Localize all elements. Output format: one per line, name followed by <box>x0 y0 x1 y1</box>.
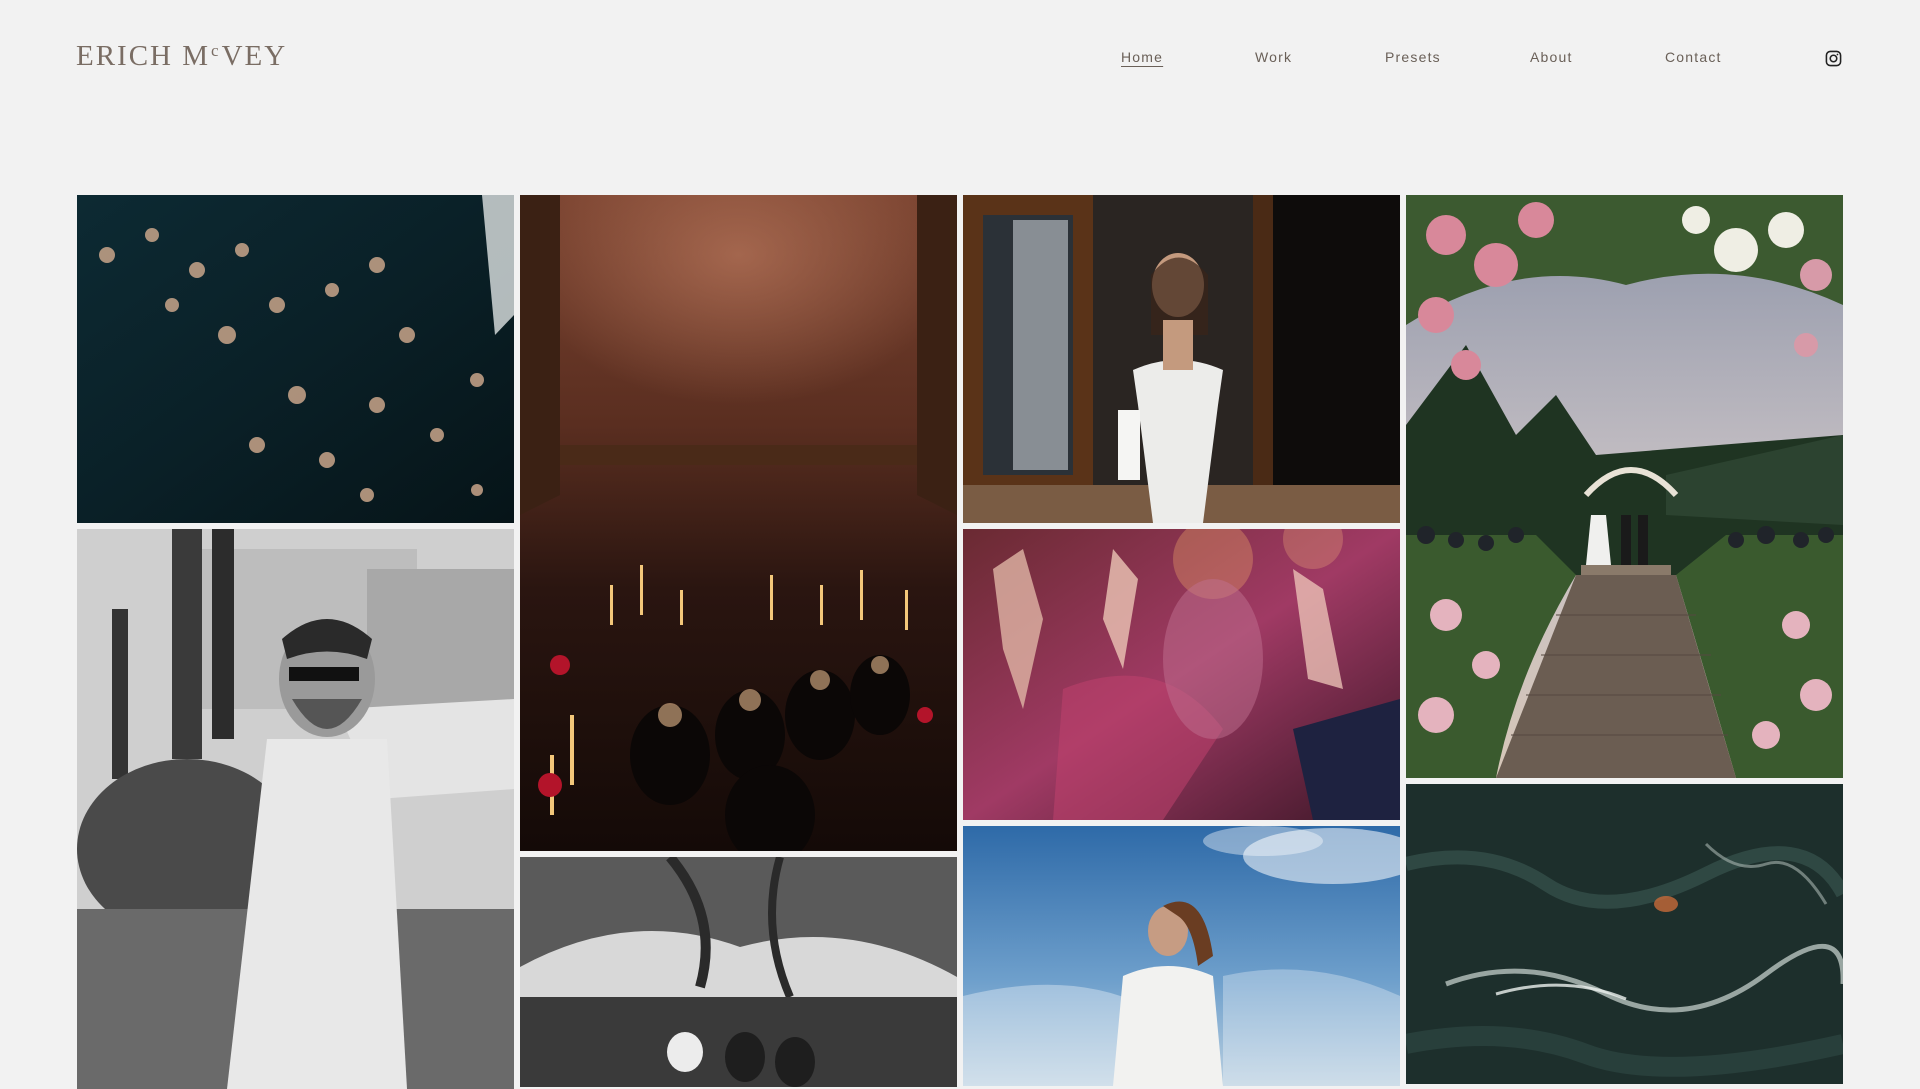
photo-banquet-hall[interactable] <box>520 195 957 851</box>
photo-bride-doorway[interactable] <box>963 195 1400 523</box>
photo-man-bw[interactable] <box>77 529 514 1089</box>
photo-aerial-sea[interactable] <box>1406 784 1843 1084</box>
photo-dance-party[interactable] <box>963 529 1400 820</box>
photo-woman-sky[interactable] <box>963 826 1400 1086</box>
photo-floral-ceremony[interactable] <box>1406 195 1843 778</box>
photo-couple-tree-bw[interactable] <box>520 857 957 1087</box>
photo-grid <box>0 0 1920 1089</box>
photo-swimmers[interactable] <box>77 195 514 523</box>
